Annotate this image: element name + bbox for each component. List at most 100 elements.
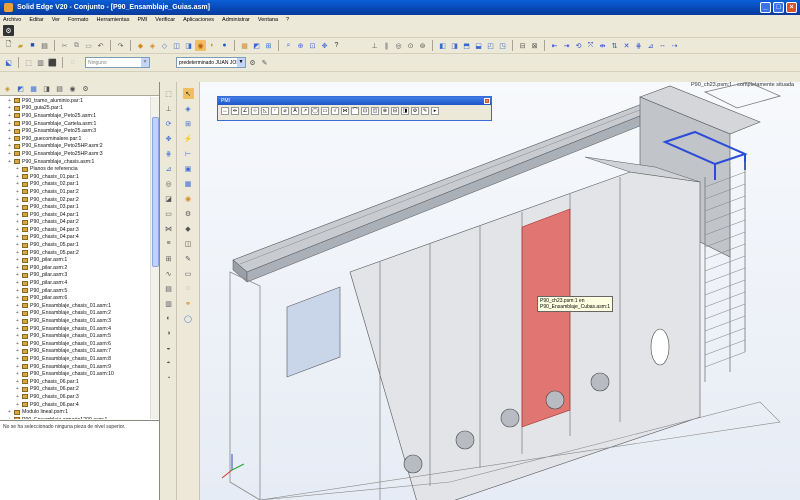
expand-icon[interactable]: + (16, 257, 21, 263)
report-icon[interactable]: ▥ (163, 298, 174, 309)
tab-settings-icon[interactable]: ⚙ (80, 83, 91, 94)
scrollbar-thumb[interactable] (152, 117, 159, 267)
select-tool-icon[interactable]: ⬚ (163, 88, 174, 99)
style-combo[interactable]: predeterminado JUAN JOSE ▼ (176, 57, 246, 68)
undo-icon[interactable]: ↶ (95, 40, 106, 51)
style-settings-icon[interactable]: ⚙ (247, 57, 258, 68)
coordinate-icon[interactable]: ⊹ (251, 107, 259, 115)
link-icon[interactable]: ⚭ (183, 298, 194, 309)
virtual-icon[interactable]: ▭ (183, 268, 194, 279)
chamfer-icon[interactable]: ◺ (261, 107, 269, 115)
close-button[interactable]: × (786, 2, 797, 13)
tree-item[interactable]: + P90_chasis_05.par:1 (0, 241, 150, 249)
tree-item[interactable]: + P90_Ensamblaje_chasis.asm:1 (0, 158, 150, 166)
angle-icon[interactable]: ∠ (241, 107, 249, 115)
menu-herramientas[interactable]: Herramientas (96, 17, 129, 23)
expand-icon[interactable]: + (16, 402, 21, 408)
cut-feature-icon[interactable]: ◪ (163, 193, 174, 204)
expand-icon[interactable]: + (16, 333, 21, 339)
menu-pmi[interactable]: PMI (137, 17, 147, 23)
smart-dimension-icon[interactable]: ↔ (221, 107, 229, 115)
menu-formato[interactable]: Formato (68, 17, 88, 23)
expand-icon[interactable]: + (16, 181, 21, 187)
expand-icon[interactable]: + (16, 295, 21, 301)
tree-item[interactable]: + P90_chasis_04.par:4 (0, 234, 150, 242)
zone-icon[interactable]: ◌ (183, 283, 194, 294)
interfere-icon[interactable]: ◑ (163, 328, 174, 339)
pipe-icon[interactable]: ≡ (163, 238, 174, 249)
callout-icon[interactable]: ▭ (321, 107, 329, 115)
relate-mate-icon[interactable]: ⊥ (369, 40, 380, 51)
tree-item[interactable]: + P90_chasis_06.par:4 (0, 401, 150, 409)
expand-icon[interactable]: + (16, 189, 21, 195)
tab-assembly-icon[interactable]: ◈ (2, 83, 13, 94)
tree-item[interactable]: + P90_chasis_06.par:2 (0, 386, 150, 394)
expand-icon[interactable]: + (8, 151, 13, 157)
menu-editar[interactable]: Editar (29, 17, 43, 23)
expand-icon[interactable]: + (8, 136, 13, 142)
tree-item[interactable]: + P90_guecominalere.par:1 (0, 135, 150, 143)
expand-icon[interactable]: + (16, 341, 21, 347)
tree-item[interactable]: + P90_Ensamblaje_Peto25HP.asm:3 (0, 150, 150, 158)
expand-icon[interactable]: + (8, 121, 13, 127)
tree-item[interactable]: + P90_Ensamblaje_chasis_01.asm:3 (0, 317, 150, 325)
datum-frame-icon[interactable]: ◫ (371, 107, 379, 115)
feature-icon[interactable]: ◆ (183, 223, 194, 234)
expand-icon[interactable]: + (16, 394, 21, 400)
redo-icon[interactable]: ↷ (115, 40, 126, 51)
tree-item[interactable]: + P90_chasis_05.par:2 (0, 249, 150, 257)
view-iso-icon[interactable]: ⬓ (473, 40, 484, 51)
expand-icon[interactable]: + (16, 166, 21, 172)
view-back-icon[interactable]: ◨ (449, 40, 460, 51)
harness-icon[interactable]: ∿ (163, 268, 174, 279)
assembly-icon[interactable]: ◈ (147, 40, 158, 51)
offset-icon[interactable]: ⇢ (669, 40, 680, 51)
pan-icon[interactable]: ✥ (319, 40, 330, 51)
mirror-icon[interactable]: ⊿ (645, 40, 656, 51)
pick-icon[interactable]: ⬛ (47, 57, 58, 68)
edge-condition-icon[interactable]: ⌒ (351, 107, 359, 115)
tab-sensors-icon[interactable]: ◉ (67, 83, 78, 94)
fit-icon[interactable]: ⊡ (307, 40, 318, 51)
whats-this-icon[interactable]: ? (331, 40, 342, 51)
tree-item[interactable]: + P90_pilar.asm:3 (0, 272, 150, 280)
expand-icon[interactable]: + (8, 128, 13, 134)
move-icon[interactable]: ⤧ (585, 40, 596, 51)
place-icon[interactable]: ◫ (171, 40, 182, 51)
expand-icon[interactable]: + (16, 280, 21, 286)
tree-item[interactable]: + P90_Ensamblaje_chasis_01.asm:10 (0, 370, 150, 378)
menu-ventana[interactable]: Ventana (258, 17, 278, 23)
tree-item[interactable]: + P90_pilar.asm:6 (0, 294, 150, 302)
axis-icon[interactable]: ⊢ (183, 148, 194, 159)
hide-icon[interactable]: ◐ (207, 40, 218, 51)
tree-item[interactable]: + P90_pilar.asm:4 (0, 279, 150, 287)
tree-item[interactable]: + P90_pilar.asm:5 (0, 287, 150, 295)
expand-icon[interactable]: + (16, 197, 21, 203)
pmi-erase-icon[interactable]: ✎ (421, 107, 429, 115)
explode-icon[interactable]: ⊞ (263, 40, 274, 51)
expand-icon[interactable]: + (16, 326, 21, 332)
simplify-icon[interactable]: ◩ (251, 40, 262, 51)
tree-item[interactable]: + P90_Ensamblaje_chasis_01.asm:9 (0, 363, 150, 371)
pointer-icon[interactable]: ↖ (182, 88, 194, 99)
balloon-icon[interactable]: ◯ (311, 107, 319, 115)
expand-icon[interactable]: + (16, 234, 21, 240)
tree-item[interactable]: + P90_Ensamblaje_Peto25HP.asm:2 (0, 143, 150, 151)
zoom-area-icon[interactable]: ⌕ (283, 40, 294, 51)
feature-control-icon[interactable]: ⊡ (361, 107, 369, 115)
copy-icon[interactable]: ⧉ (71, 40, 82, 51)
pmi-toolbar-title[interactable]: PMI × (218, 97, 491, 105)
section-view-icon[interactable]: ⊟ (391, 107, 399, 115)
relate-icon[interactable]: ⊥ (163, 103, 174, 114)
sheet-icon[interactable]: ▭ (163, 208, 174, 219)
expand-icon[interactable]: + (16, 265, 21, 271)
tree-item[interactable]: + P90_chasis_02.par:1 (0, 181, 150, 189)
pmi-more-icon[interactable]: ▸ (431, 107, 439, 115)
section-icon[interactable]: ⊟ (517, 40, 528, 51)
tree-item[interactable]: + P90_Ensamblaje_Cartela.asm:1 (0, 120, 150, 128)
tree-item[interactable]: + P90_Ensamblaje_chasis_01.asm:8 (0, 355, 150, 363)
mirror-part-icon[interactable]: ⊿ (163, 163, 174, 174)
expand-icon[interactable]: + (16, 212, 21, 218)
tree-item[interactable]: + P90_chasis_03.par:1 (0, 203, 150, 211)
flash-fit-icon[interactable]: ⚡ (183, 133, 194, 144)
